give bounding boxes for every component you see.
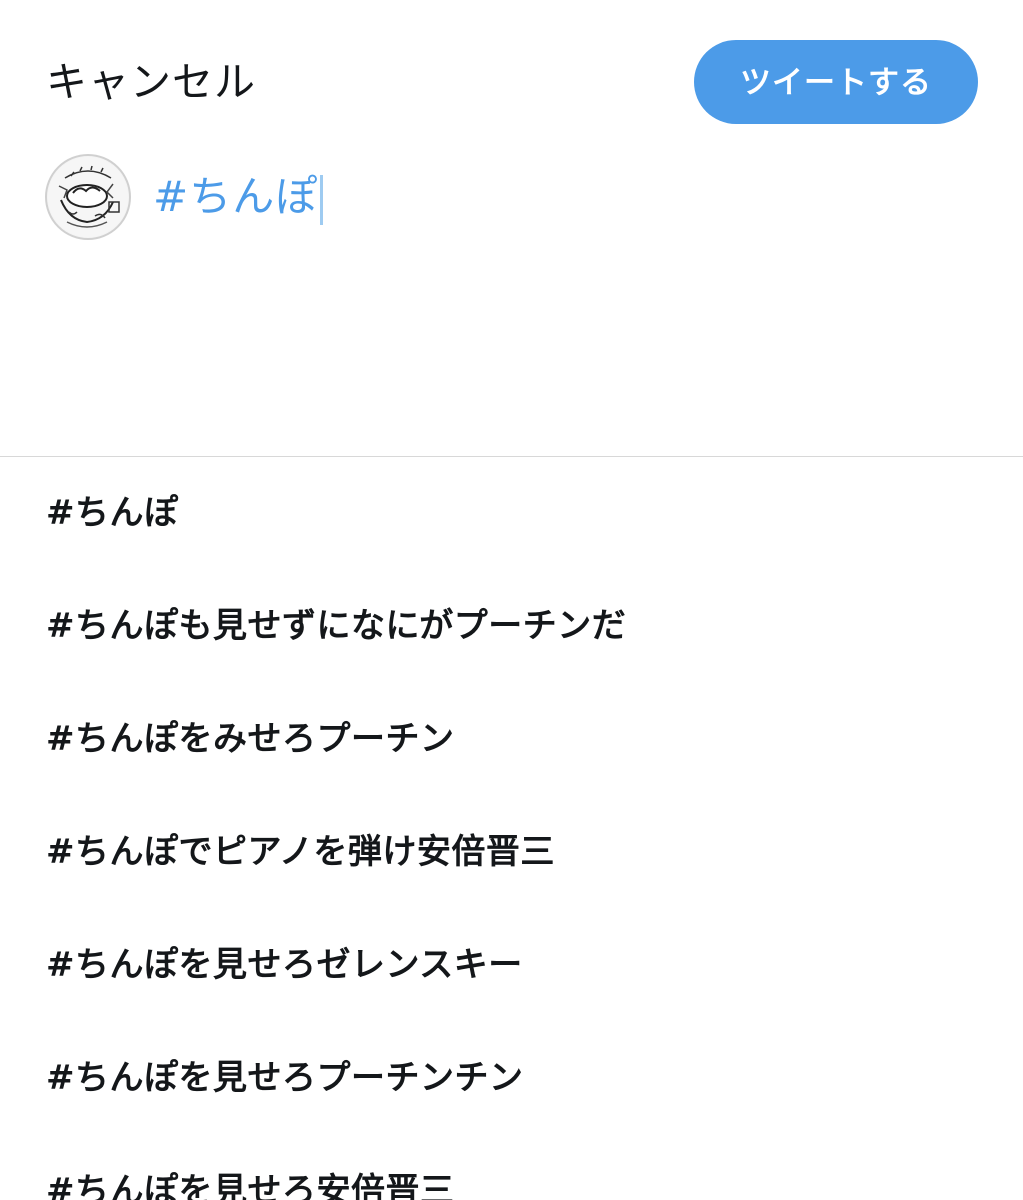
tweet-button[interactable]: ツイートする <box>694 40 978 124</box>
text-cursor <box>320 174 324 225</box>
hashtag-suggestion-label: #ちんぽをみせろプーチン <box>46 719 455 759</box>
hashtag-suggestion[interactable]: #ちんぽも見せずになにがプーチンだ <box>0 570 1023 683</box>
compose-area[interactable]: #ちんぽ <box>0 150 1023 456</box>
hashtag-suggestion[interactable]: #ちんぽをみせろプーチン <box>0 683 1023 796</box>
hashtag-suggestion-label: #ちんぽを見せろプーチンチン <box>46 1058 524 1098</box>
hashtag-suggestion-label: #ちんぽ <box>46 493 179 533</box>
hashtag-suggestion[interactable]: #ちんぽでピアノを弾け安倍晋三 <box>0 796 1023 909</box>
tweet-text-input[interactable]: #ちんぽ <box>153 170 324 225</box>
hashtag-suggestion[interactable]: #ちんぽ <box>0 457 1023 570</box>
hashtag-suggestion[interactable]: #ちんぽを見せろゼレンスキー <box>0 909 1023 1022</box>
avatar-illustration-icon <box>48 157 128 237</box>
hashtag-suggestion-label: #ちんぽを見せろ安倍晋三 <box>46 1171 455 1200</box>
compose-header: キャンセル ツイートする <box>0 0 1023 150</box>
hashtag-suggestion-label: #ちんぽも見せずになにがプーチンだ <box>46 606 627 646</box>
avatar[interactable] <box>45 154 131 240</box>
cancel-button[interactable]: キャンセル <box>46 55 256 109</box>
hashtag-suggestion[interactable]: #ちんぽを見せろ安倍晋三 <box>0 1135 1023 1200</box>
hashtag-suggestion[interactable]: #ちんぽを見せろプーチンチン <box>0 1022 1023 1135</box>
hashtag-suggestion-list: #ちんぽ #ちんぽも見せずになにがプーチンだ #ちんぽをみせろプーチン #ちんぽ… <box>0 457 1023 1200</box>
hashtag-suggestion-label: #ちんぽを見せろゼレンスキー <box>46 945 523 985</box>
hashtag-suggestion-label: #ちんぽでピアノを弾け安倍晋三 <box>46 832 555 872</box>
tweet-text: #ちんぽ <box>153 172 319 221</box>
